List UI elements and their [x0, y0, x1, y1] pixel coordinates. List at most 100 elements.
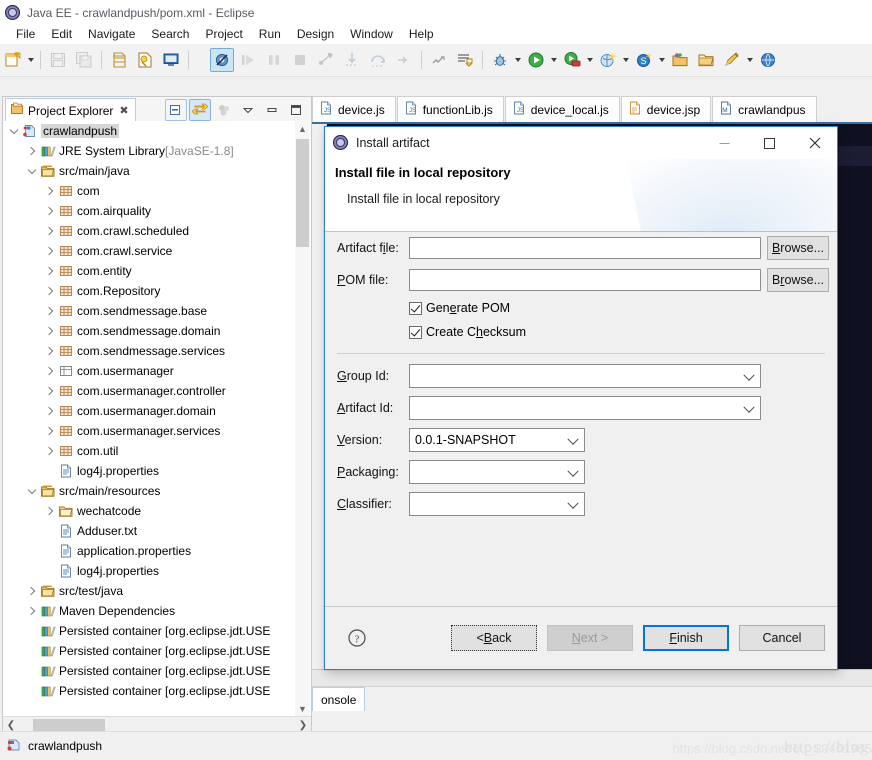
collapse-all-icon[interactable] [165, 99, 187, 121]
tree-item[interactable]: com.sendmessage.services [3, 341, 311, 361]
run-icon[interactable] [524, 48, 548, 72]
save-icon[interactable] [46, 48, 70, 72]
tree-item[interactable]: com.usermanager.controller [3, 381, 311, 401]
version-combo[interactable]: 0.0.1-SNAPSHOT [409, 428, 585, 452]
back-button[interactable]: < Back [451, 625, 537, 651]
create-checksum-checkbox[interactable] [409, 326, 422, 339]
tree-item[interactable]: src/main/resources [3, 481, 311, 501]
step-return-icon[interactable] [392, 48, 416, 72]
last-edit-location-icon[interactable] [427, 48, 451, 72]
cancel-button[interactable]: Cancel [739, 625, 825, 651]
chevron-right-icon[interactable] [43, 383, 57, 399]
tree-item[interactable]: src/main/java [3, 161, 311, 181]
view-menu-icon[interactable] [237, 99, 259, 121]
menu-item-edit[interactable]: Edit [43, 25, 80, 43]
scroll-up-icon[interactable]: ▲ [295, 121, 310, 136]
chevron-right-icon[interactable] [43, 503, 57, 519]
editor-tab[interactable]: JSfunctionLib.js [397, 96, 504, 122]
export-icon[interactable] [133, 48, 157, 72]
close-icon[interactable]: ✖ [119, 104, 128, 117]
editor-tab[interactable]: Mcrawlandpus [712, 96, 816, 122]
chevron-right-icon[interactable] [43, 403, 57, 419]
tree-item[interactable]: com.crawl.scheduled [3, 221, 311, 241]
link-with-editor-icon[interactable] [189, 99, 211, 121]
search-svn-icon[interactable]: S [632, 48, 656, 72]
chevron-right-icon[interactable] [43, 283, 57, 299]
artifact-id-combo[interactable] [409, 396, 761, 420]
debug-icon[interactable] [488, 48, 512, 72]
artifact-file-input[interactable] [409, 237, 761, 259]
project-tree-vertical-scrollbar[interactable]: ▲ ▼ [295, 121, 310, 716]
tree-item[interactable]: Persisted container [org.eclipse.jdt.USE [3, 661, 311, 681]
editor-tab[interactable]: JSdevice_local.js [505, 96, 620, 122]
tree-item[interactable]: com [3, 181, 311, 201]
generate-pom-checkbox[interactable] [409, 302, 422, 315]
pom-file-browse-button[interactable]: Browse... [767, 268, 829, 292]
tree-item[interactable]: com.sendmessage.base [3, 301, 311, 321]
scroll-down-icon[interactable]: ▼ [295, 701, 310, 716]
chevron-down-icon[interactable] [621, 50, 631, 70]
tree-item[interactable]: com.usermanager.domain [3, 401, 311, 421]
chevron-down-icon[interactable] [25, 483, 39, 499]
save-all-icon[interactable] [72, 48, 96, 72]
chevron-down-icon[interactable] [513, 50, 523, 70]
chevron-down-icon[interactable] [25, 163, 39, 179]
new-wizard-icon[interactable] [1, 48, 25, 72]
focus-on-active-task-icon[interactable] [213, 99, 235, 121]
tree-item[interactable]: Persisted container [org.eclipse.jdt.USE [3, 641, 311, 661]
chevron-right-icon[interactable] [43, 203, 57, 219]
group-id-combo[interactable] [409, 364, 761, 388]
tree-item[interactable]: com.airquality [3, 201, 311, 221]
menu-item-file[interactable]: File [8, 25, 43, 43]
tree-item[interactable]: Persisted container [org.eclipse.jdt.USE [3, 621, 311, 641]
terminal-icon[interactable] [159, 48, 183, 72]
tree-item[interactable]: com.sendmessage.domain [3, 321, 311, 341]
chevron-down-icon[interactable] [585, 50, 595, 70]
disconnect-icon[interactable] [314, 48, 338, 72]
editor-tab[interactable]: device.jsp [621, 96, 711, 122]
tree-item[interactable]: Adduser.txt [3, 521, 311, 541]
menu-item-project[interactable]: Project [197, 25, 250, 43]
menu-item-design[interactable]: Design [289, 25, 342, 43]
skip-breakpoints-icon[interactable] [210, 48, 234, 72]
open-type-icon[interactable] [668, 48, 692, 72]
next-annotation-icon[interactable] [453, 48, 477, 72]
minimize-icon[interactable] [702, 127, 747, 159]
maximize-icon[interactable] [285, 99, 307, 121]
chevron-down-icon[interactable] [549, 50, 559, 70]
tree-item[interactable]: application.properties [3, 541, 311, 561]
finish-button[interactable]: Finish [643, 625, 729, 651]
packaging-combo[interactable] [409, 460, 585, 484]
chevron-right-icon[interactable] [25, 143, 39, 159]
new-server-icon[interactable] [596, 48, 620, 72]
step-into-icon[interactable] [340, 48, 364, 72]
tree-item[interactable]: com.util [3, 441, 311, 461]
chevron-right-icon[interactable] [43, 443, 57, 459]
run-server-icon[interactable] [560, 48, 584, 72]
tab-project-explorer[interactable]: Project Explorer ✖ [5, 98, 136, 122]
menu-item-navigate[interactable]: Navigate [80, 25, 143, 43]
menu-item-search[interactable]: Search [143, 25, 197, 43]
tree-item[interactable]: wechatcode [3, 501, 311, 521]
next-button[interactable]: Next > [547, 625, 633, 651]
open-resource-icon[interactable] [694, 48, 718, 72]
tree-item[interactable]: Persisted container [org.eclipse.jdt.USE [3, 681, 311, 701]
chevron-right-icon[interactable] [43, 263, 57, 279]
project-tree[interactable]: crawlandpushJRE System Library [JavaSE-1… [3, 121, 311, 703]
classifier-combo[interactable] [409, 492, 585, 516]
tree-item[interactable]: JRE System Library [JavaSE-1.8] [3, 141, 311, 161]
chevron-right-icon[interactable] [43, 363, 57, 379]
chevron-down-icon[interactable] [745, 50, 755, 70]
maximize-icon[interactable] [747, 127, 792, 159]
suspend-icon[interactable] [262, 48, 286, 72]
tree-item[interactable]: log4j.properties [3, 561, 311, 581]
quick-fix-icon[interactable] [720, 48, 744, 72]
artifact-file-browse-button[interactable]: Browse... [767, 236, 829, 260]
vscroll-thumb[interactable] [296, 139, 309, 247]
chevron-right-icon[interactable] [43, 343, 57, 359]
step-over-icon[interactable] [366, 48, 390, 72]
tree-item[interactable]: log4j.properties [3, 461, 311, 481]
help-icon[interactable]: ? [347, 628, 367, 648]
minimize-icon[interactable] [261, 99, 283, 121]
chevron-down-icon[interactable] [657, 50, 667, 70]
